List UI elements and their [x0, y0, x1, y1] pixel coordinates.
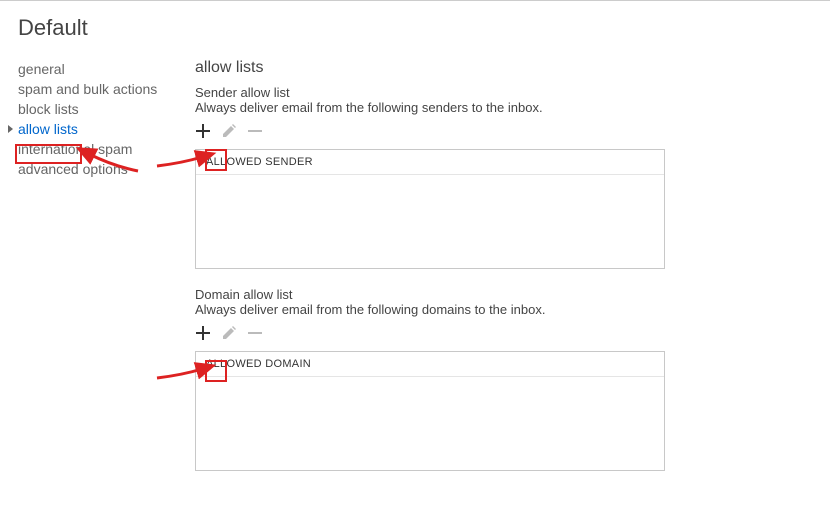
sidebar-item-spam-bulk[interactable]: spam and bulk actions — [18, 79, 195, 99]
domain-subheading: Domain allow list — [195, 287, 700, 302]
sender-column-header: ALLOWED SENDER — [196, 150, 664, 175]
remove-sender-button[interactable] — [247, 123, 263, 139]
main-panel: allow lists Sender allow list Always del… — [195, 59, 830, 489]
section-heading: allow lists — [195, 59, 700, 77]
minus-icon — [248, 124, 262, 138]
sidebar-item-advanced-options[interactable]: advanced options — [18, 159, 195, 179]
sidebar-item-international-spam[interactable]: international spam — [18, 139, 195, 159]
sender-subheading: Sender allow list — [195, 85, 700, 100]
sidebar-item-block-lists[interactable]: block lists — [18, 99, 195, 119]
sidebar: general spam and bulk actions block list… — [0, 59, 195, 489]
domain-description: Always deliver email from the following … — [195, 302, 700, 317]
page-title: Default — [0, 1, 830, 59]
sender-description: Always deliver email from the following … — [195, 100, 700, 115]
domain-listbox[interactable]: ALLOWED DOMAIN — [195, 351, 665, 471]
pencil-icon — [222, 326, 236, 340]
minus-icon — [248, 326, 262, 340]
remove-domain-button[interactable] — [247, 325, 263, 341]
edit-domain-button[interactable] — [221, 325, 237, 341]
pencil-icon — [222, 124, 236, 138]
sidebar-item-general[interactable]: general — [18, 59, 195, 79]
plus-icon — [196, 326, 210, 340]
add-domain-button[interactable] — [195, 325, 211, 341]
sender-listbox[interactable]: ALLOWED SENDER — [195, 149, 665, 269]
add-sender-button[interactable] — [195, 123, 211, 139]
domain-column-header: ALLOWED DOMAIN — [196, 352, 664, 377]
sender-toolbar — [195, 123, 700, 139]
sidebar-item-allow-lists[interactable]: allow lists — [18, 119, 195, 139]
edit-sender-button[interactable] — [221, 123, 237, 139]
domain-toolbar — [195, 325, 700, 341]
plus-icon — [196, 124, 210, 138]
